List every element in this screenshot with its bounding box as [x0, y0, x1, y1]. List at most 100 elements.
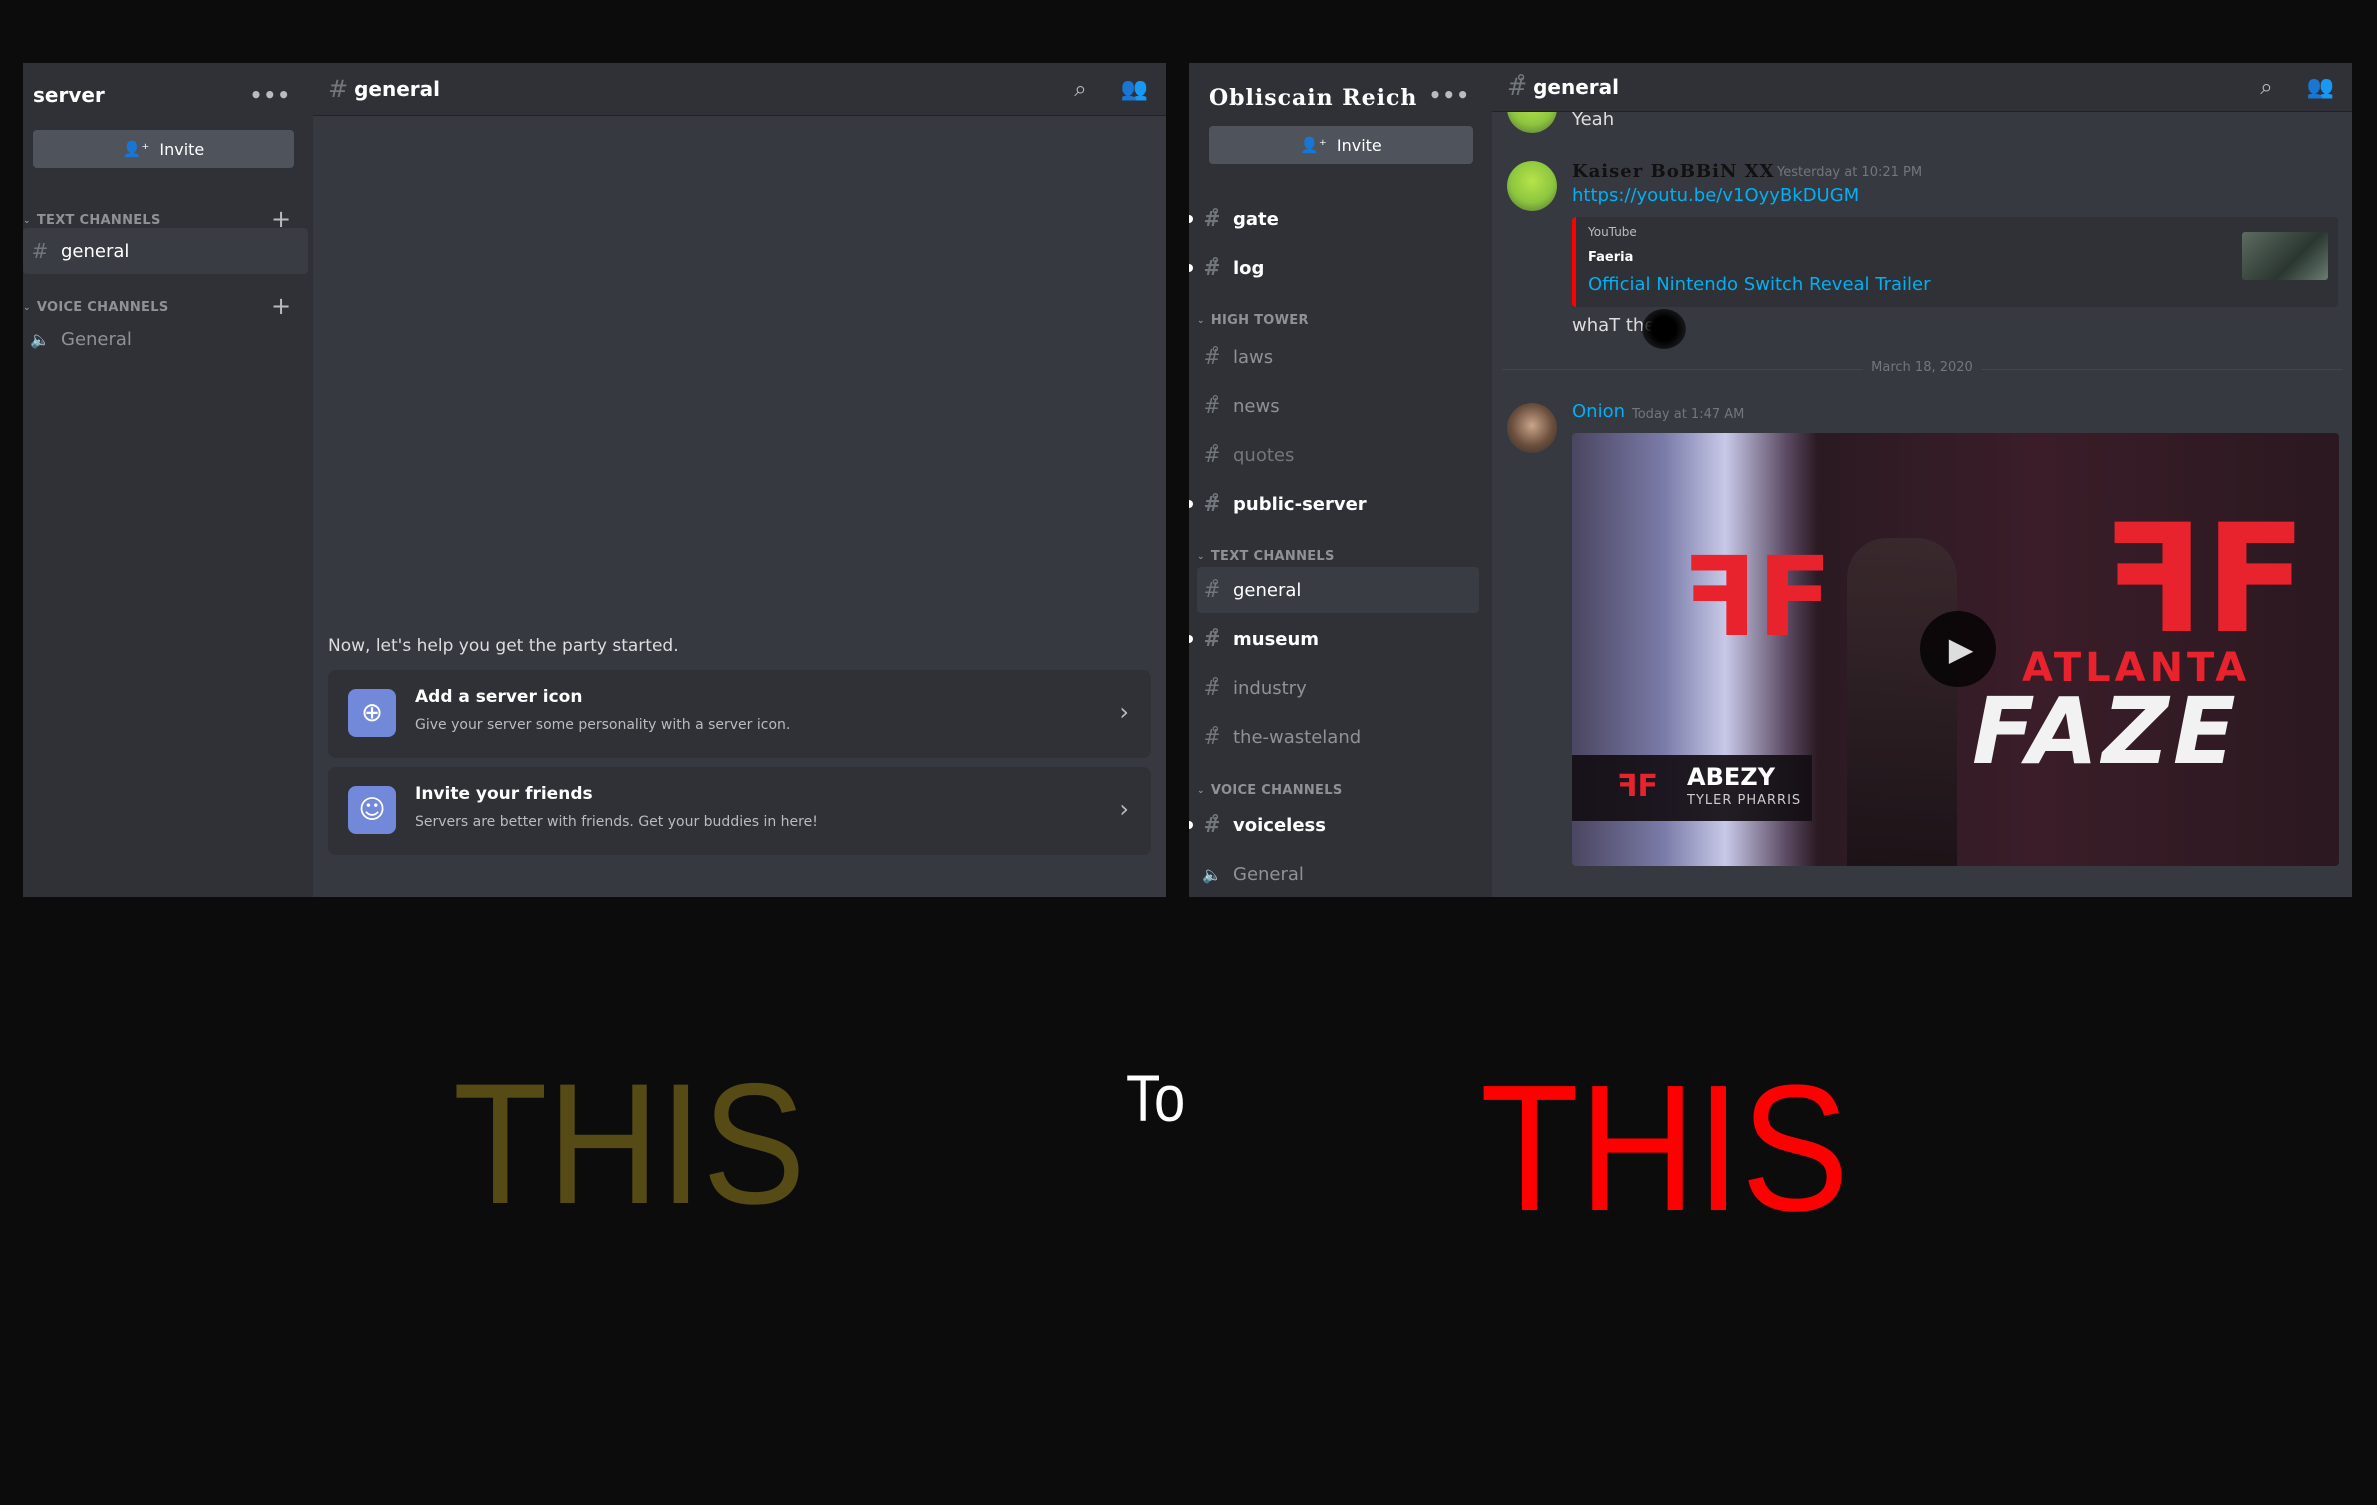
locked-hash-icon: #̊ [1203, 813, 1221, 837]
message-text: Yeah [1572, 109, 1615, 130]
locked-hash-icon: #̊ [1203, 443, 1221, 467]
welcome-prompt: Now, let's help you get the party starte… [328, 636, 679, 656]
category-voice-channels[interactable]: ⌄ VOICE CHANNELS [1197, 783, 1342, 798]
channel-log[interactable]: #̊ log [1189, 245, 1482, 291]
channel-label: the-wasteland [1233, 726, 1362, 748]
avatar[interactable] [1507, 161, 1557, 211]
channel-industry[interactable]: #̊ industry [1197, 665, 1482, 711]
channel-label: quotes [1233, 444, 1295, 466]
category-label: VOICE CHANNELS [1210, 783, 1343, 798]
caption-right: THIS [1480, 1048, 1850, 1249]
chat-area: # general ⌕ 👥 Now, let's help you get th… [313, 63, 1166, 897]
embed-title[interactable]: Official Nintendo Switch Reveal Trailer [1588, 274, 1931, 295]
channel-label: industry [1233, 677, 1307, 699]
channel-quotes[interactable]: #̊ quotes [1197, 432, 1482, 478]
locked-hash-icon: #̊ [1203, 256, 1221, 280]
locked-hash-icon: #̊ [1203, 676, 1221, 700]
discord-window-after: Obliscain Reich ••• 👤⁺ Invite #̊ gate #̊… [1189, 63, 2352, 897]
invite-button[interactable]: 👤⁺ Invite [1209, 126, 1473, 164]
channel-header: # general ⌕ 👥 [313, 63, 1166, 116]
more-dots-icon[interactable]: ••• [250, 83, 291, 107]
chevron-right-icon: › [1119, 698, 1129, 726]
server-name[interactable]: Obliscain Reich [1209, 85, 1417, 111]
message-author[interactable]: Onion [1572, 401, 1625, 422]
channel-museum[interactable]: #̊ museum [1189, 616, 1482, 662]
locked-hash-icon: #̊ [1203, 492, 1221, 516]
invite-label: Invite [1336, 135, 1382, 155]
channel-label: General [1233, 863, 1304, 885]
channel-news[interactable]: #̊ news [1197, 383, 1482, 429]
locked-hash-icon: #̊ [1203, 627, 1221, 651]
embed-author[interactable]: Faeria [1588, 250, 1633, 265]
channel-label: voiceless [1233, 814, 1326, 836]
hash-icon: # [328, 75, 349, 103]
unread-indicator [1189, 264, 1193, 272]
channel-label: news [1233, 395, 1280, 417]
category-label: HIGH TOWER [1210, 313, 1309, 328]
discord-window-before: server ••• 👤⁺ Invite ⌄ TEXT CHANNELS + #… [23, 63, 1166, 897]
video-brand-main: FAZE [1972, 678, 2240, 785]
channel-label: General [61, 328, 132, 350]
search-icon[interactable]: ⌕ [2260, 75, 2272, 100]
channel-general[interactable]: # general [23, 228, 308, 274]
message-link[interactable]: https://youtu.be/v1OyyBkDUGM [1572, 185, 1859, 206]
chevron-down-icon: ⌄ [1197, 785, 1205, 796]
channel-laws[interactable]: #̊ laws [1197, 334, 1482, 380]
video-person [1847, 538, 1957, 866]
search-icon[interactable]: ⌕ [1074, 77, 1086, 102]
channel-general[interactable]: #̊ general [1197, 567, 1479, 613]
embed-provider[interactable]: YouTube [1588, 225, 1637, 239]
channel-voiceless[interactable]: #̊ voiceless [1189, 802, 1482, 848]
members-icon[interactable]: 👥 [2307, 75, 2334, 100]
message-timestamp: Today at 1:47 AM [1632, 407, 1745, 422]
add-server-icon-card[interactable]: ⊕ Add a server icon Give your server som… [328, 670, 1151, 758]
date-divider-label: March 18, 2020 [1863, 360, 1981, 375]
channel-label: gate [1233, 208, 1279, 230]
embed-thumbnail[interactable] [2242, 232, 2328, 280]
more-dots-icon[interactable]: ••• [1429, 83, 1470, 107]
unread-indicator [1189, 500, 1193, 508]
hash-icon: # [31, 239, 49, 263]
play-icon[interactable]: ▶ [1920, 611, 1996, 687]
invite-friends-card[interactable]: ☺ Invite your friends Servers are better… [328, 767, 1151, 855]
video-attachment[interactable]: ꟻF ꟻF ATLANTA FAZE ꟻF ABEZY TYLER PHARRI… [1572, 433, 2339, 866]
category-high-tower[interactable]: ⌄ HIGH TOWER [1197, 313, 1309, 328]
category-voice-channels[interactable]: ⌄ VOICE CHANNELS + [23, 292, 293, 320]
channel-label: general [61, 240, 130, 262]
locked-hash-icon: #̊ [1203, 394, 1221, 418]
category-label: TEXT CHANNELS [36, 213, 161, 228]
avatar[interactable] [1507, 403, 1557, 453]
members-icon[interactable]: 👥 [1121, 77, 1148, 102]
meme-canvas: server ••• 👤⁺ Invite ⌄ TEXT CHANNELS + #… [0, 0, 2377, 1505]
chevron-right-icon: › [1119, 795, 1129, 823]
message-author[interactable]: Kaiser BoBBiN XX [1572, 161, 1775, 182]
voice-channel-general[interactable]: 🔈 General [1197, 851, 1482, 897]
chevron-down-icon: ⌄ [1197, 551, 1205, 562]
message-timestamp: Yesterday at 10:21 PM [1777, 165, 1923, 180]
player-nameplate: ꟻF ABEZY TYLER PHARRIS [1572, 755, 1812, 821]
category-text-channels[interactable]: ⌄ TEXT CHANNELS [1197, 549, 1335, 564]
category-text-channels[interactable]: ⌄ TEXT CHANNELS + [23, 205, 293, 233]
channel-label: public-server [1233, 493, 1367, 515]
wave-user-icon: ☺ [348, 786, 396, 834]
add-user-icon: 👤⁺ [122, 140, 150, 158]
channel-public-server[interactable]: #̊ public-server [1189, 481, 1482, 527]
server-name[interactable]: server [33, 83, 105, 107]
voice-channel-general[interactable]: 🔈 General [23, 316, 308, 362]
category-label: VOICE CHANNELS [36, 300, 169, 315]
channel-the-wasteland[interactable]: #̊ the-wasteland [1197, 714, 1482, 760]
unread-indicator [1189, 821, 1193, 829]
channel-gate[interactable]: #̊ gate [1189, 196, 1482, 242]
channel-label: general [1233, 579, 1302, 601]
invite-button[interactable]: 👤⁺ Invite [33, 130, 294, 168]
channel-sidebar: server ••• 👤⁺ Invite ⌄ TEXT CHANNELS + #… [23, 63, 313, 897]
caption-left: THIS [453, 1048, 806, 1240]
plus-circle-icon: ⊕ [348, 689, 396, 737]
faze-logo-right: ꟻF [2102, 493, 2307, 667]
locked-hash-icon: #̊ [1203, 578, 1221, 602]
faze-logo-mini: ꟻF [1617, 769, 1658, 804]
card-subtitle: Give your server some personality with a… [415, 717, 791, 733]
player-name: TYLER PHARRIS [1687, 793, 1802, 808]
channel-label: log [1233, 257, 1265, 279]
chat-area: #̊ general ⌕ 👥 Yeah Kaiser BoBBiN XX Yes… [1492, 63, 2352, 897]
